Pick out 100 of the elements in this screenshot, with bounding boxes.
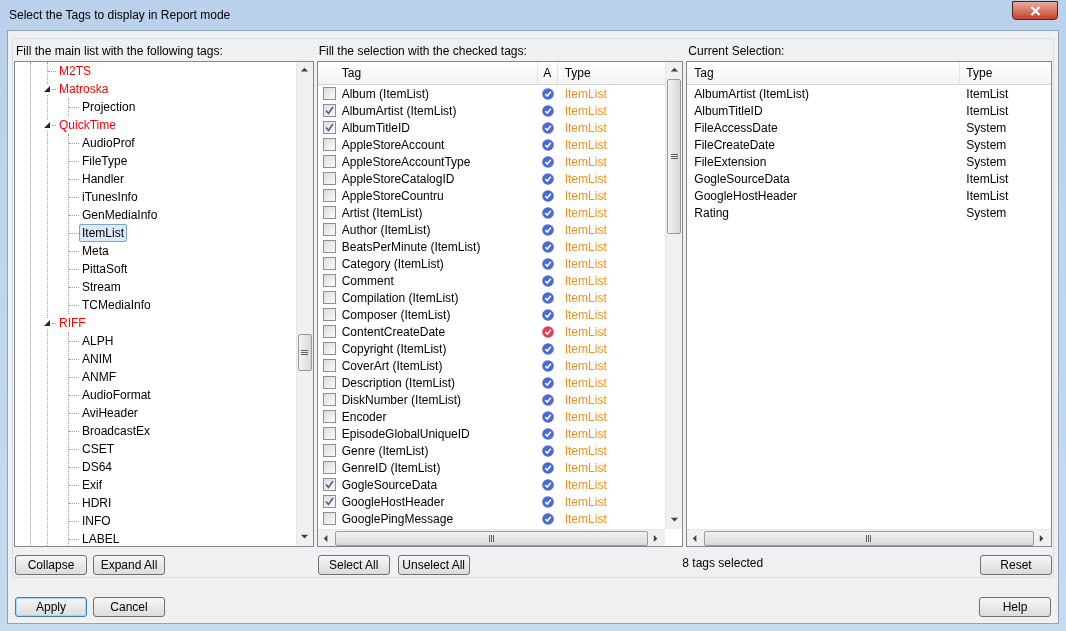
tree-item[interactable]: Meta <box>79 242 112 260</box>
selection-button[interactable]: Select All <box>317 555 390 575</box>
panel-label: Fill the selection with the checked tags: <box>318 43 528 60</box>
tag-name: ContentCreateDate <box>341 323 446 341</box>
vertical-scrollbar[interactable] <box>665 62 683 529</box>
checkbox[interactable] <box>322 478 336 491</box>
reset-button[interactable]: Reset <box>980 555 1052 575</box>
tag-type: ItemList <box>563 510 607 528</box>
tree-item[interactable]: ItemList <box>79 224 127 242</box>
tree-item[interactable]: QuickTime <box>56 116 119 134</box>
tag-type: ItemList <box>563 459 607 477</box>
checkbox[interactable] <box>322 342 336 355</box>
tree-item[interactable]: ALPH <box>79 332 117 350</box>
tree-item[interactable]: TCMediaInfo <box>79 296 154 314</box>
checkbox[interactable] <box>322 240 336 253</box>
checkbox[interactable] <box>322 223 336 236</box>
grip-icon <box>301 349 309 356</box>
checkbox[interactable] <box>322 376 336 389</box>
tree-item[interactable]: RIFF <box>56 314 89 332</box>
tree-item[interactable]: GenMediaInfo <box>79 206 161 224</box>
tree-item[interactable]: AviHeader <box>79 404 141 422</box>
checkbox[interactable] <box>322 393 336 406</box>
tag-name: AlbumTitleID <box>693 102 764 120</box>
tag-name: FileCreateDate <box>693 136 777 154</box>
scroll-thumb[interactable] <box>334 530 649 546</box>
tag-name: Encoder <box>341 408 387 426</box>
checkbox[interactable] <box>322 274 336 287</box>
tree-item[interactable]: PittaSoft <box>79 260 131 278</box>
tag-type: ItemList <box>563 476 607 494</box>
checkbox[interactable] <box>322 359 336 372</box>
checkbox[interactable] <box>322 427 336 440</box>
tag-name: AlbumTitleID <box>341 119 410 137</box>
checkbox[interactable] <box>322 461 336 474</box>
tree-item[interactable]: Projection <box>79 98 139 116</box>
checkbox[interactable] <box>322 155 336 168</box>
tree-item[interactable]: AudioProf <box>79 134 138 152</box>
checkbox[interactable] <box>322 257 336 270</box>
dialog-button[interactable]: Cancel <box>93 597 165 617</box>
tag-type: ItemList <box>563 187 607 205</box>
checkbox[interactable] <box>322 172 336 185</box>
tree-item[interactable]: CSET <box>79 440 117 458</box>
tag-type: System <box>965 136 1007 154</box>
tag-type: ItemList <box>563 238 607 256</box>
tag-type: ItemList <box>563 442 607 460</box>
checkbox[interactable] <box>322 512 336 525</box>
close-button[interactable] <box>1012 1 1058 20</box>
checkbox[interactable] <box>322 189 336 202</box>
tree-item[interactable]: FileType <box>79 152 131 170</box>
tag-type: System <box>965 204 1007 222</box>
column-header[interactable]: Tag <box>687 62 961 84</box>
tree-item[interactable]: Exif <box>79 476 105 494</box>
tree-item[interactable]: HDRI <box>79 494 115 512</box>
checkbox[interactable] <box>322 308 336 321</box>
tag-name: Author (ItemList) <box>341 221 431 239</box>
tag-name: Rating <box>693 204 731 222</box>
scroll-thumb[interactable] <box>667 79 682 234</box>
help-button[interactable]: Help <box>979 597 1051 617</box>
dialog-button[interactable]: Apply <box>15 597 87 617</box>
tree-item[interactable]: Matroska <box>56 80 112 98</box>
tree-button[interactable]: Collapse <box>15 555 87 575</box>
tree-item[interactable]: ANMF <box>79 368 119 386</box>
tag-type: ItemList <box>563 493 607 511</box>
tree-item[interactable]: Stream <box>79 278 124 296</box>
tree-item[interactable]: M2TS <box>56 62 94 80</box>
column-header[interactable]: Type <box>960 62 1051 84</box>
checkbox[interactable] <box>322 291 336 304</box>
checkbox[interactable] <box>322 325 336 338</box>
tree-item[interactable]: iTunesInfo <box>79 188 141 206</box>
tree-button[interactable]: Expand All <box>93 555 165 575</box>
tree-item[interactable]: BroadcastEx <box>79 422 154 440</box>
checkbox[interactable] <box>322 444 336 457</box>
tag-type: ItemList <box>563 425 607 443</box>
tag-type: ItemList <box>563 85 607 103</box>
tree-item[interactable]: INFO <box>79 512 114 530</box>
scroll-thumb[interactable] <box>297 334 312 371</box>
checkbox[interactable] <box>322 87 336 100</box>
selection-button[interactable]: Unselect All <box>397 555 470 575</box>
tree-item[interactable]: AudioFormat <box>79 386 154 404</box>
checkbox[interactable] <box>322 138 336 151</box>
tree-item[interactable]: DS64 <box>79 458 116 476</box>
checkbox[interactable] <box>322 410 336 423</box>
tree-item[interactable]: Handler <box>79 170 128 188</box>
horizontal-scrollbar[interactable] <box>317 529 666 546</box>
panel-label: Current Selection: <box>688 43 786 60</box>
column-header[interactable]: Type <box>557 62 666 84</box>
tree-item[interactable]: LABEL <box>79 530 123 546</box>
column-header[interactable]: Tag <box>317 62 538 84</box>
vertical-scrollbar[interactable] <box>295 62 313 546</box>
grip-icon <box>866 534 873 542</box>
checkbox[interactable] <box>322 104 336 117</box>
checkbox[interactable] <box>322 121 336 134</box>
tag-type: ItemList <box>563 391 607 409</box>
tag-type: ItemList <box>563 221 607 239</box>
tree-item[interactable]: ANIM <box>79 350 115 368</box>
tag-type: ItemList <box>563 408 607 426</box>
tag-name: AppleStoreAccount <box>341 136 445 154</box>
checkbox[interactable] <box>322 495 336 508</box>
tag-type: ItemList <box>563 102 607 120</box>
column-header[interactable]: A <box>537 62 558 84</box>
checkbox[interactable] <box>322 206 336 219</box>
